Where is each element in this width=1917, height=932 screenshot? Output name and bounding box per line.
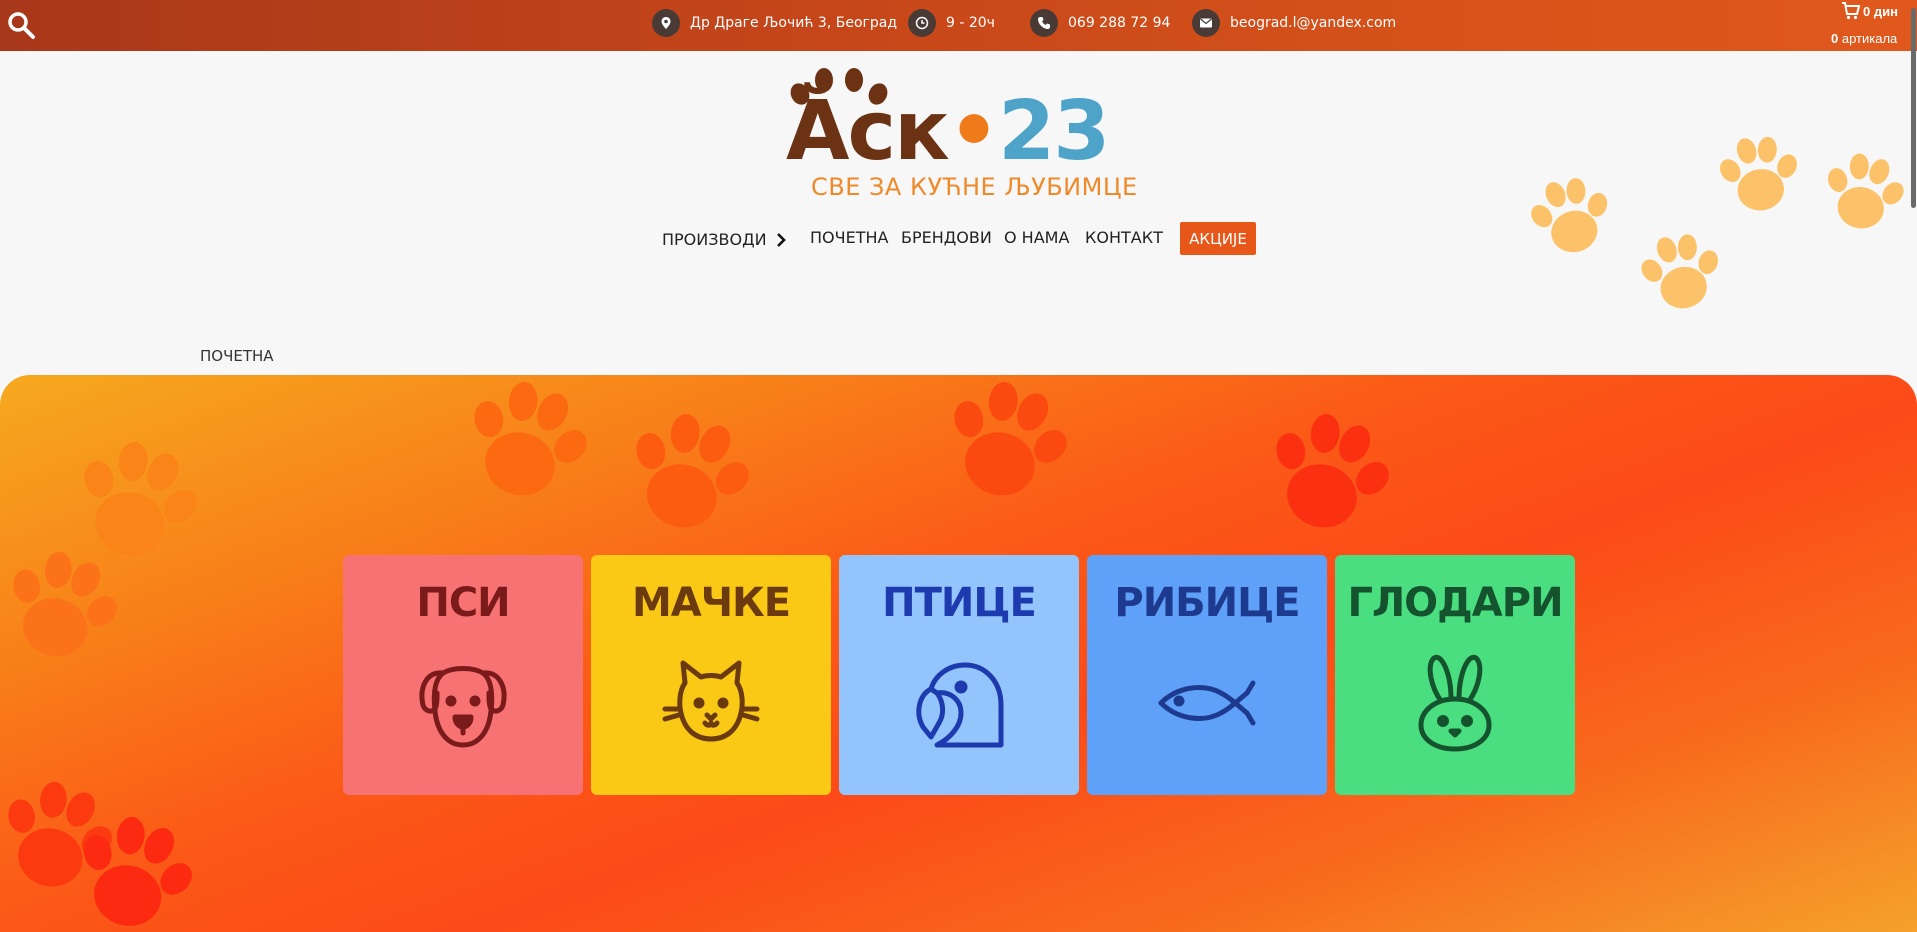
cart-icon — [1841, 1, 1861, 25]
email-info[interactable]: beograd.l@yandex.com — [1192, 9, 1397, 37]
hours-info: 9 - 20ч — [908, 9, 995, 37]
rabbit-icon — [1418, 654, 1492, 752]
clock-icon — [908, 9, 936, 37]
nav-home[interactable]: ПОЧЕТНА — [810, 228, 888, 247]
logo-part-2: 23 — [998, 84, 1110, 179]
address-text: Др Драге Љочић 3, Београд — [690, 15, 898, 31]
category-title: ГЛОДАРИ — [1347, 580, 1563, 626]
cart[interactable]: 0 дин 0 артикала — [1831, 0, 1911, 51]
logo-part-1: Ăск — [786, 84, 950, 179]
phone-info[interactable]: 069 288 72 94 — [1030, 9, 1171, 37]
nav-contact[interactable]: КОНТАКТ — [1085, 228, 1163, 247]
fish-icon — [1158, 680, 1256, 726]
hours-text: 9 - 20ч — [946, 15, 995, 31]
site-logo[interactable]: Ăск•23 СВЕ ЗА КУЋНЕ ЉУБИМЦЕ — [786, 66, 1137, 206]
logo-tagline: СВЕ ЗА КУЋНЕ ЉУБИМЦЕ — [811, 173, 1138, 201]
breadcrumb[interactable]: ПОЧЕТНА — [200, 347, 274, 365]
email-text: beograd.l@yandex.com — [1230, 15, 1397, 31]
paw-print-icon — [622, 412, 752, 542]
cart-count-number: 0 — [1831, 31, 1839, 46]
logo-wordmark: Ăск•23 — [786, 84, 1110, 179]
nav-products-label: ПРОИЗВОДИ — [662, 230, 767, 249]
address-info: Др Драге Љочић 3, Београд — [652, 9, 898, 37]
category-card-dogs[interactable]: ПСИ — [343, 555, 583, 795]
category-title: ПТИЦЕ — [882, 580, 1037, 626]
search-icon[interactable] — [6, 10, 36, 40]
scrollbar[interactable] — [1909, 0, 1917, 932]
phone-text: 069 288 72 94 — [1068, 15, 1171, 31]
envelope-icon — [1192, 9, 1220, 37]
paw-print-icon — [0, 550, 120, 670]
scrollbar-thumb[interactable] — [1911, 8, 1916, 208]
paw-print-icon — [940, 380, 1070, 510]
paw-print-icon — [460, 380, 590, 510]
paw-print-icon — [70, 815, 195, 932]
category-title: ПСИ — [416, 580, 510, 626]
location-pin-icon — [652, 9, 680, 37]
category-title: МАЧКЕ — [631, 580, 791, 626]
chevron-right-icon — [776, 233, 786, 247]
cat-icon — [662, 660, 760, 742]
phone-icon — [1030, 9, 1058, 37]
bird-icon — [916, 662, 1004, 748]
nav-sale-button[interactable]: АКЦИЈЕ — [1180, 222, 1256, 255]
cart-count-label: артикала — [1841, 31, 1898, 46]
nav-products[interactable]: ПРОИЗВОДИ — [662, 230, 786, 249]
paw-print-icon — [1262, 412, 1392, 542]
category-card-fish[interactable]: РИБИЦЕ — [1087, 555, 1327, 795]
paw-print-icon — [1716, 134, 1802, 216]
nav-brands[interactable]: БРЕНДОВИ — [901, 228, 992, 247]
cart-total: 0 дин — [1863, 4, 1898, 19]
nav-about[interactable]: О НАМА — [1004, 228, 1069, 247]
category-title: РИБИЦЕ — [1114, 580, 1300, 626]
hero-section: ПСИ МАЧКЕ ПТИЦЕ РИБИЦЕ ГЛОДАРИ — [0, 375, 1917, 932]
category-card-rodents[interactable]: ГЛОДАРИ — [1335, 555, 1575, 795]
logo-dot: • — [947, 84, 1000, 179]
cart-count: 0 артикала — [1831, 31, 1897, 46]
top-bar: Др Драге Љочић 3, Београд 9 - 20ч 069 28… — [0, 0, 1917, 51]
dog-icon — [419, 666, 507, 748]
main-nav: ПРОИЗВОДИ ПОЧЕТНА БРЕНДОВИ О НАМА КОНТАК… — [0, 222, 1917, 256]
category-card-birds[interactable]: ПТИЦЕ — [839, 555, 1079, 795]
category-card-cats[interactable]: МАЧКЕ — [591, 555, 831, 795]
